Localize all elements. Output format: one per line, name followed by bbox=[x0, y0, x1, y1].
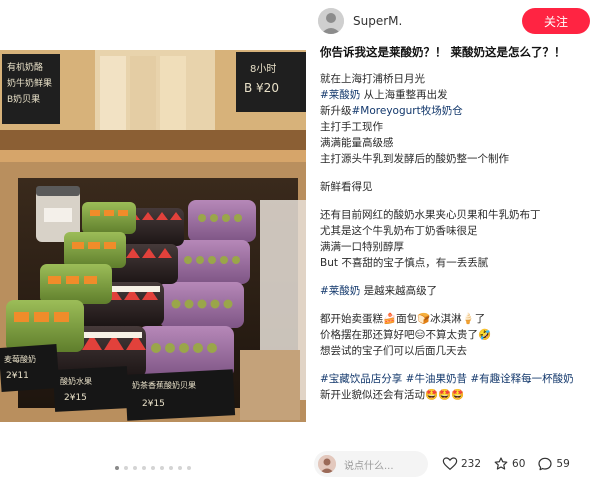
post-text: 想尝试的宝子们可以后面几天去 bbox=[320, 345, 467, 357]
post-line: #宝藏饮品店分享 #牛油果奶昔 #有趣诠释每一杯酸奶 bbox=[320, 371, 592, 387]
comment-button[interactable]: 59 bbox=[537, 456, 570, 472]
collect-count: 60 bbox=[512, 458, 526, 470]
post-title: 你告诉我这是莱酸奶？！ 莱酸奶这是怎么了？！ bbox=[320, 45, 566, 59]
post-text: 是越来越高级了 bbox=[360, 285, 438, 297]
svg-text:B奶贝果: B奶贝果 bbox=[7, 93, 40, 105]
price-sign-3: 奶茶香蕉酸奶贝果 2¥15 bbox=[124, 369, 236, 421]
svg-text:2¥15: 2¥15 bbox=[142, 399, 165, 409]
comment-placeholder: 说点什么... bbox=[344, 460, 394, 472]
post-line: 新开业貌似还会有活动🤩🤩🤩 bbox=[320, 387, 592, 403]
post-line: 想尝试的宝子们可以后面几天去 bbox=[320, 343, 592, 359]
svg-text:8小时: 8小时 bbox=[250, 63, 276, 75]
chalk-sign-top-left: 有机奶酪 奶牛奶鲜果 B奶贝果 bbox=[2, 54, 60, 124]
heart-icon bbox=[442, 457, 458, 471]
post-text: 满满一口特别醇厚 bbox=[320, 241, 404, 253]
hashtag-link[interactable]: #莱酸奶 bbox=[320, 285, 360, 297]
post-text: 尤其是这个牛乳奶布丁奶香味很足 bbox=[320, 225, 478, 237]
post-line: #莱酸奶 从上海重整再出发 bbox=[320, 87, 592, 103]
carousel-dot[interactable] bbox=[169, 466, 173, 470]
post-line: 都开始卖蛋糕🍰面包🍞冰淇淋🍦了 bbox=[320, 311, 592, 327]
author-bar: SuperM. 关注 bbox=[318, 6, 590, 36]
post-text: 价格摆在那还算好吧😑不算太贵了🤣 bbox=[320, 329, 492, 341]
post-line: 满满一口特别醇厚 bbox=[320, 239, 592, 255]
post-text: 主打源头牛乳到发酵后的酸奶整一个制作 bbox=[320, 153, 509, 165]
svg-text:有机奶酪: 有机奶酪 bbox=[7, 61, 43, 73]
carousel-dot[interactable] bbox=[142, 466, 146, 470]
post-text: 都开始卖蛋糕🍰面包🍞冰淇淋🍦了 bbox=[320, 313, 486, 325]
comment-input[interactable]: 说点什么... bbox=[314, 451, 428, 477]
price-sign-2: 酸奶水果 2¥15 bbox=[52, 366, 130, 412]
post-line: 满满能量高级感 bbox=[320, 135, 592, 151]
post-text: 满满能量高级感 bbox=[320, 137, 394, 149]
post-content: 你告诉我这是莱酸奶？！ 莱酸奶这是怎么了？！ 就在上海打浦桥日月光 #莱酸奶 从上… bbox=[320, 44, 592, 403]
post-line: But 不喜甜的宝子慎点，有一丢丢腻 bbox=[320, 255, 592, 271]
carousel-dot[interactable] bbox=[160, 466, 164, 470]
post-text: 就在上海打浦桥日月光 bbox=[320, 73, 425, 85]
post-line: 新鲜看得见 bbox=[320, 179, 592, 195]
svg-text:酸奶水果: 酸奶水果 bbox=[60, 376, 92, 386]
post-text: 新开业貌似还会有活动🤩🤩🤩 bbox=[320, 389, 465, 401]
hashtag-link[interactable]: #牛油果奶昔 bbox=[406, 373, 467, 385]
svg-text:2¥15: 2¥15 bbox=[64, 393, 87, 403]
post-line: 主打手工现作 bbox=[320, 119, 592, 135]
carousel-indicator[interactable] bbox=[0, 466, 306, 474]
post-line: 价格摆在那还算好吧😑不算太贵了🤣 bbox=[320, 327, 592, 343]
post-line: 尤其是这个牛乳奶布丁奶香味很足 bbox=[320, 223, 592, 239]
post-detail-view: 有机奶酪 奶牛奶鲜果 B奶贝果 8小时 B ¥20 麦莓酸奶 2¥11 酸奶水果… bbox=[0, 0, 600, 482]
post-body: 就在上海打浦桥日月光 #莱酸奶 从上海重整再出发 新升级#Moreyogurt牧场奶… bbox=[320, 71, 592, 403]
post-line: 新升级#Moreyogurt牧场奶仓 bbox=[320, 103, 592, 119]
price-sign-1: 麦莓酸奶 2¥11 bbox=[0, 344, 60, 392]
post-line: 主打源头牛乳到发酵后的酸奶整一个制作 bbox=[320, 151, 592, 167]
carousel-dot[interactable] bbox=[133, 466, 137, 470]
author-name[interactable]: SuperM. bbox=[353, 14, 522, 28]
carousel-dot[interactable] bbox=[124, 466, 128, 470]
post-text: 主打手工现作 bbox=[320, 121, 383, 133]
post-sidebar: SuperM. 关注 你告诉我这是莱酸奶？！ 莱酸奶这是怎么了？！ 就在上海打浦… bbox=[306, 0, 600, 482]
svg-text:2¥11: 2¥11 bbox=[6, 371, 29, 381]
post-text: 从上海重整再出发 bbox=[360, 89, 448, 101]
post-text: 新鲜看得见 bbox=[320, 181, 373, 193]
hashtag-link[interactable]: #Moreyogurt牧场奶仓 bbox=[352, 105, 463, 117]
svg-text:奶牛奶鲜果: 奶牛奶鲜果 bbox=[7, 77, 52, 89]
carousel-dot[interactable] bbox=[178, 466, 182, 470]
comment-bubble-icon bbox=[538, 457, 553, 471]
post-line: 就在上海打浦桥日月光 bbox=[320, 71, 592, 87]
photo-carousel[interactable]: 有机奶酪 奶牛奶鲜果 B奶贝果 8小时 B ¥20 麦莓酸奶 2¥11 酸奶水果… bbox=[0, 0, 306, 482]
follow-button[interactable]: 关注 bbox=[522, 8, 590, 34]
hashtag-link[interactable]: #宝藏饮品店分享 bbox=[320, 373, 402, 385]
carousel-dot[interactable] bbox=[187, 466, 191, 470]
comment-count: 59 bbox=[556, 458, 570, 470]
post-line: #莱酸奶 是越来越高级了 bbox=[320, 283, 592, 299]
carousel-dot[interactable] bbox=[151, 466, 155, 470]
post-photo[interactable]: 有机奶酪 奶牛奶鲜果 B奶贝果 8小时 B ¥20 麦莓酸奶 2¥11 酸奶水果… bbox=[0, 50, 306, 422]
star-icon bbox=[494, 457, 508, 470]
hashtag-link[interactable]: #莱酸奶 bbox=[320, 89, 360, 101]
author-avatar[interactable] bbox=[318, 8, 344, 34]
engagement-bar: 说点什么... 232 60 59 bbox=[306, 446, 600, 482]
post-text: 新升级 bbox=[320, 105, 352, 117]
current-user-avatar bbox=[318, 455, 336, 473]
svg-text:麦莓酸奶: 麦莓酸奶 bbox=[4, 354, 36, 364]
post-text: But 不喜甜的宝子慎点，有一丢丢腻 bbox=[320, 257, 489, 269]
svg-text:B ¥20: B ¥20 bbox=[244, 81, 279, 95]
carousel-dot[interactable] bbox=[115, 466, 119, 470]
like-button[interactable]: 232 bbox=[442, 456, 481, 472]
post-text: 还有目前网红的酸奶水果夹心贝果和牛乳奶布丁 bbox=[320, 209, 541, 221]
post-line: 还有目前网红的酸奶水果夹心贝果和牛乳奶布丁 bbox=[320, 207, 592, 223]
svg-text:奶茶香蕉酸奶贝果: 奶茶香蕉酸奶贝果 bbox=[132, 380, 196, 390]
chalk-sign-top-right: 8小时 B ¥20 bbox=[236, 52, 306, 112]
like-count: 232 bbox=[461, 458, 482, 470]
hashtag-link[interactable]: #有趣诠释每一杯酸奶 bbox=[470, 373, 573, 385]
collect-button[interactable]: 60 bbox=[493, 456, 525, 472]
